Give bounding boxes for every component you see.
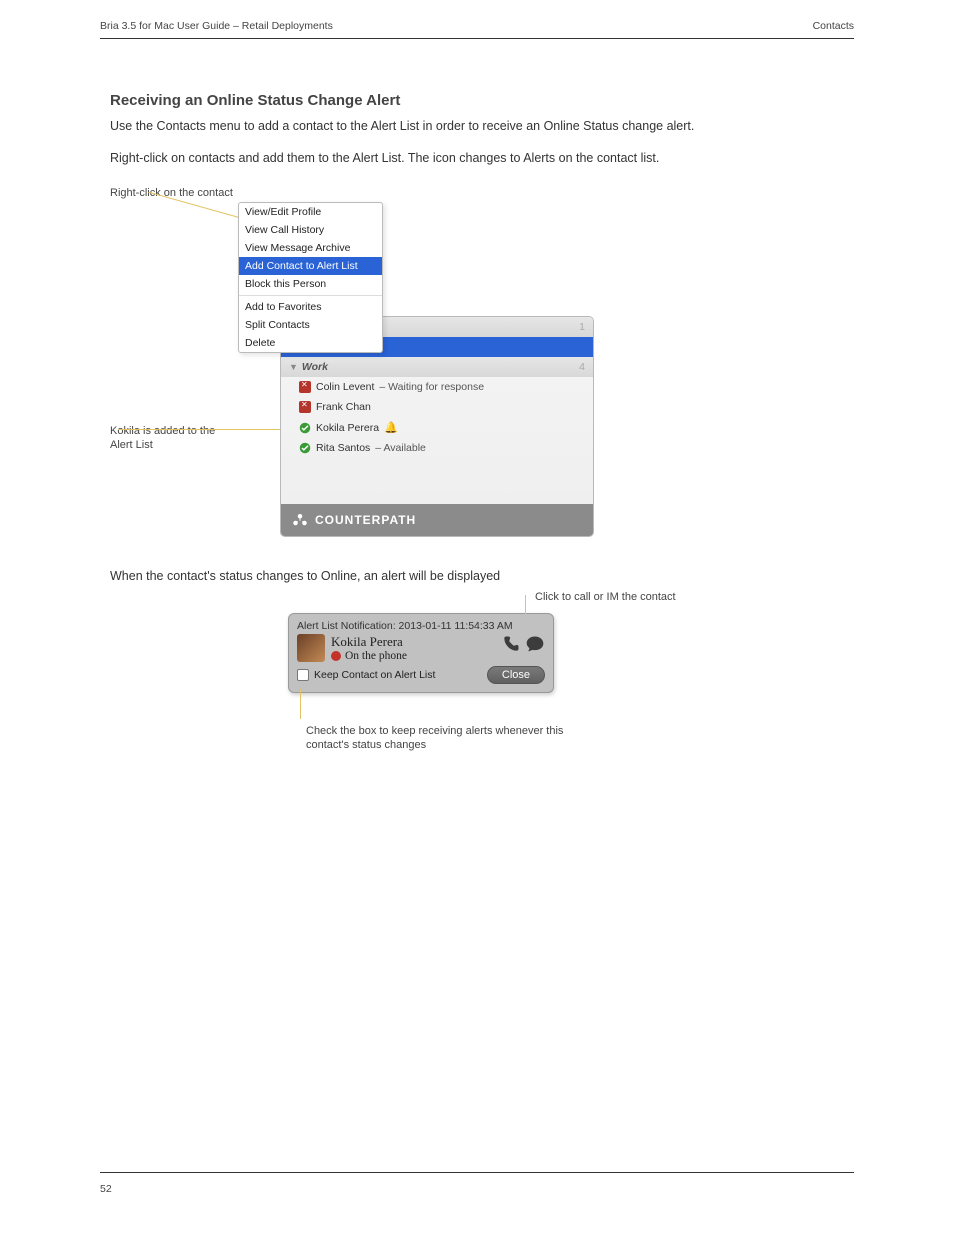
- status-offline-icon: [299, 401, 311, 413]
- intro-paragraph-2: Right-click on contacts and add them to …: [110, 150, 844, 168]
- menu-item-block-this-person[interactable]: Block this Person: [239, 275, 382, 293]
- screenshot-alert: Alert List Notification: 2013-01-11 11:5…: [288, 613, 554, 693]
- alert-contact-status: On the phone: [331, 650, 495, 662]
- alert-status-text: On the phone: [345, 650, 407, 662]
- menu-item-delete[interactable]: Delete: [239, 334, 382, 352]
- close-button[interactable]: Close: [487, 666, 545, 684]
- menu-item-add-contact-to-alert-list[interactable]: Add Contact to Alert List: [239, 257, 382, 275]
- status-online-icon: [299, 442, 311, 454]
- contact-row[interactable]: Frank Chan: [281, 397, 593, 417]
- brand-logo-icon: [291, 511, 309, 529]
- page-header-right: Contacts: [813, 20, 854, 32]
- keep-contact-label: Keep Contact on Alert List: [314, 669, 435, 681]
- group-header-work[interactable]: ▼Work4: [281, 357, 593, 377]
- contact-row[interactable]: Kokila Perera 🔔: [281, 417, 593, 438]
- callout-line-2: [118, 429, 288, 430]
- contact-status: – Available: [375, 442, 426, 454]
- page-number: 52: [100, 1183, 112, 1195]
- callout-line-3: [525, 595, 526, 629]
- keep-contact-checkbox[interactable]: [297, 669, 309, 681]
- brand-bar: COUNTERPATH: [281, 504, 593, 536]
- avatar: [297, 634, 325, 662]
- contact-name: Colin Levent: [316, 381, 374, 393]
- contact-row[interactable]: Colin Levent – Waiting for response: [281, 377, 593, 397]
- header-rule: [100, 38, 854, 39]
- alert-title: Alert List Notification: 2013-01-11 11:5…: [297, 620, 545, 632]
- contact-name: Rita Santos: [316, 442, 370, 454]
- alert-notification: Alert List Notification: 2013-01-11 11:5…: [288, 613, 554, 693]
- contact-name: Kokila Perera: [316, 422, 379, 434]
- alert-contact-name: Kokila Perera: [331, 634, 495, 650]
- menu-item-add-to-favorites[interactable]: Add to Favorites: [239, 298, 382, 316]
- footer-rule: [100, 1172, 854, 1173]
- menu-item-view-call-history[interactable]: View Call History: [239, 221, 382, 239]
- callout-keep-box: Check the box to keep receiving alerts w…: [306, 724, 586, 753]
- section-heading: Receiving an Online Status Change Alert: [110, 90, 400, 111]
- menu-item-view-edit-profile[interactable]: View/Edit Profile: [239, 203, 382, 221]
- status-offline-icon: [299, 381, 311, 393]
- contact-status: – Waiting for response: [379, 381, 484, 393]
- context-menu: View/Edit ProfileView Call HistoryView M…: [238, 202, 383, 353]
- contact-name: Frank Chan: [316, 401, 371, 413]
- brand-text: COUNTERPATH: [315, 513, 416, 527]
- menu-item-split-contacts[interactable]: Split Contacts: [239, 316, 382, 334]
- status-online-icon: [299, 422, 311, 434]
- callout-click-to-call: Click to call or IM the contact: [535, 590, 715, 604]
- callout-line-4: [300, 689, 301, 719]
- mid-paragraph: When the contact's status changes to Onl…: [110, 568, 500, 586]
- intro-paragraph-1: Use the Contacts menu to add a contact t…: [110, 118, 844, 136]
- menu-separator: [239, 295, 382, 296]
- alert-timestamp: 2013-01-11 11:54:33 AM: [399, 620, 513, 632]
- phone-icon[interactable]: [501, 634, 521, 657]
- alert-title-prefix: Alert List Notification:: [297, 620, 396, 632]
- menu-item-view-message-archive[interactable]: View Message Archive: [239, 239, 382, 257]
- alert-bell-icon: 🔔: [384, 421, 398, 434]
- status-busy-icon: [331, 651, 341, 661]
- contact-row[interactable]: Rita Santos – Available: [281, 438, 593, 458]
- page-header-left: Bria 3.5 for Mac User Guide – Retail Dep…: [100, 20, 333, 32]
- chat-icon[interactable]: [525, 634, 545, 657]
